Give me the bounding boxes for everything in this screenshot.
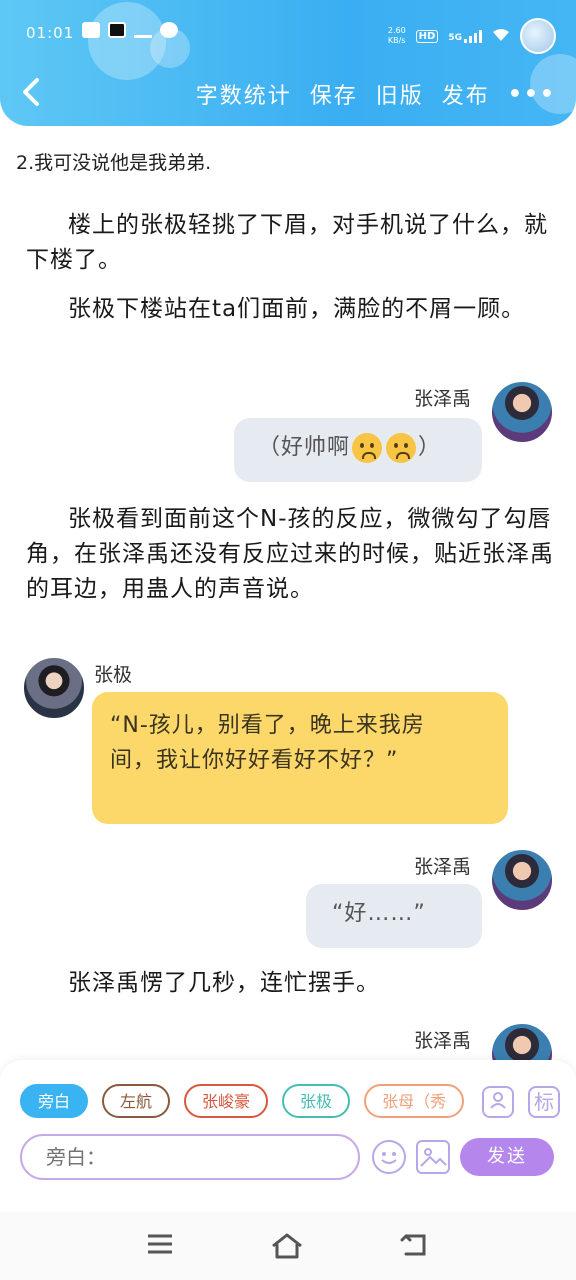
- narration-paragraph[interactable]: 张泽禹愣了几秒，连忙摆手。: [26, 966, 556, 1001]
- message-text: ）: [418, 435, 442, 460]
- narration-paragraph[interactable]: 张极看到面前这个N-孩的反应，微微勾了勾唇角，在张泽禹还没有反应过来的时候，贴近…: [26, 502, 556, 607]
- contact-icon[interactable]: [482, 1086, 514, 1118]
- character-avatar[interactable]: [22, 656, 86, 720]
- narration-paragraph[interactable]: 张极下楼站在ta们面前，满脸的不屑一顾。: [26, 292, 556, 327]
- system-nav-bar: [0, 1212, 576, 1280]
- role-chips: 旁白 左航 张峻豪 张极 张母（秀: [20, 1084, 464, 1122]
- input-panel: 旁白左航张峻豪张极张母（秀 标 发送: [0, 1060, 576, 1212]
- message-text: （好帅啊: [258, 435, 351, 460]
- network-type: 5G: [448, 33, 462, 43]
- back-button[interactable]: [20, 76, 50, 112]
- profile-avatar-icon[interactable]: [520, 18, 556, 54]
- status-right: 2.60 KB/s HD 5G: [388, 18, 556, 54]
- story-content[interactable]: 2.我可没说他是我弟弟. 楼上的张极轻挑了下眉，对手机说了什么，就下楼了。 张极…: [0, 126, 576, 1060]
- net-speed: 2.60 KB/s: [387, 26, 406, 45]
- save-button[interactable]: 保存: [310, 78, 358, 110]
- message-bubble[interactable]: “好……”: [306, 884, 482, 948]
- speaker-name: 张极: [94, 664, 133, 686]
- home-icon[interactable]: [270, 1232, 306, 1262]
- notification-icons: [82, 22, 178, 38]
- back-nav-icon[interactable]: [400, 1232, 436, 1262]
- mail-icon: [82, 22, 100, 38]
- publish-button[interactable]: 发布: [442, 78, 490, 110]
- tag-icon[interactable]: 标: [528, 1086, 560, 1118]
- character-avatar[interactable]: [490, 848, 554, 912]
- speaker-name: 张泽禹: [414, 388, 472, 410]
- message-bubble[interactable]: “N-孩儿，别看了，晚上来我房间，我让你好好看好不好？”: [92, 692, 508, 824]
- character-avatar[interactable]: [490, 380, 554, 444]
- image-icon[interactable]: [416, 1140, 450, 1174]
- worried-emoji-icon: [386, 433, 417, 463]
- weibo-icon: [160, 22, 178, 38]
- message-input[interactable]: [46, 1145, 358, 1169]
- chevron-left-icon: [23, 78, 39, 106]
- role-chip[interactable]: 张极: [282, 1084, 351, 1118]
- wifi-icon: [492, 27, 510, 46]
- status-bar: 01:01 2.60 KB/s HD 5G: [0, 14, 576, 54]
- old-version-button[interactable]: 旧版: [376, 78, 424, 110]
- speaker-name: 张泽禹: [414, 1030, 472, 1052]
- chapter-line: 2.我可没说他是我弟弟.: [16, 152, 212, 174]
- word-count-button[interactable]: 字数统计: [196, 78, 292, 110]
- toolbar: 字数统计 保存 旧版 发布 •••: [0, 70, 576, 120]
- status-time: 01:01: [26, 24, 75, 42]
- app-header: 01:01 2.60 KB/s HD 5G 字数统计 保存 旧版 发布 •••: [0, 0, 576, 126]
- character-avatar[interactable]: [490, 1022, 554, 1060]
- message-input-wrapper: [20, 1134, 360, 1180]
- signal-icon: [464, 29, 482, 43]
- emoji-icon[interactable]: [372, 1140, 406, 1174]
- more-menu-button[interactable]: •••: [508, 82, 556, 107]
- hd-badge: HD: [415, 29, 439, 43]
- role-chip-narration[interactable]: 旁白: [20, 1084, 89, 1118]
- role-chip[interactable]: 左航: [102, 1084, 171, 1118]
- speaker-name: 张泽禹: [414, 856, 472, 878]
- app-icon: [108, 22, 126, 38]
- role-chip[interactable]: 张母（秀: [364, 1084, 464, 1118]
- narration-paragraph[interactable]: 楼上的张极轻挑了下眉，对手机说了什么，就下楼了。: [26, 208, 556, 278]
- worried-emoji-icon: [352, 433, 383, 463]
- crown-icon: [134, 22, 152, 38]
- send-button[interactable]: 发送: [460, 1138, 554, 1176]
- message-bubble[interactable]: （好帅啊 ）: [234, 418, 482, 482]
- role-chip[interactable]: 张峻豪: [184, 1084, 269, 1118]
- menu-icon[interactable]: [146, 1232, 182, 1262]
